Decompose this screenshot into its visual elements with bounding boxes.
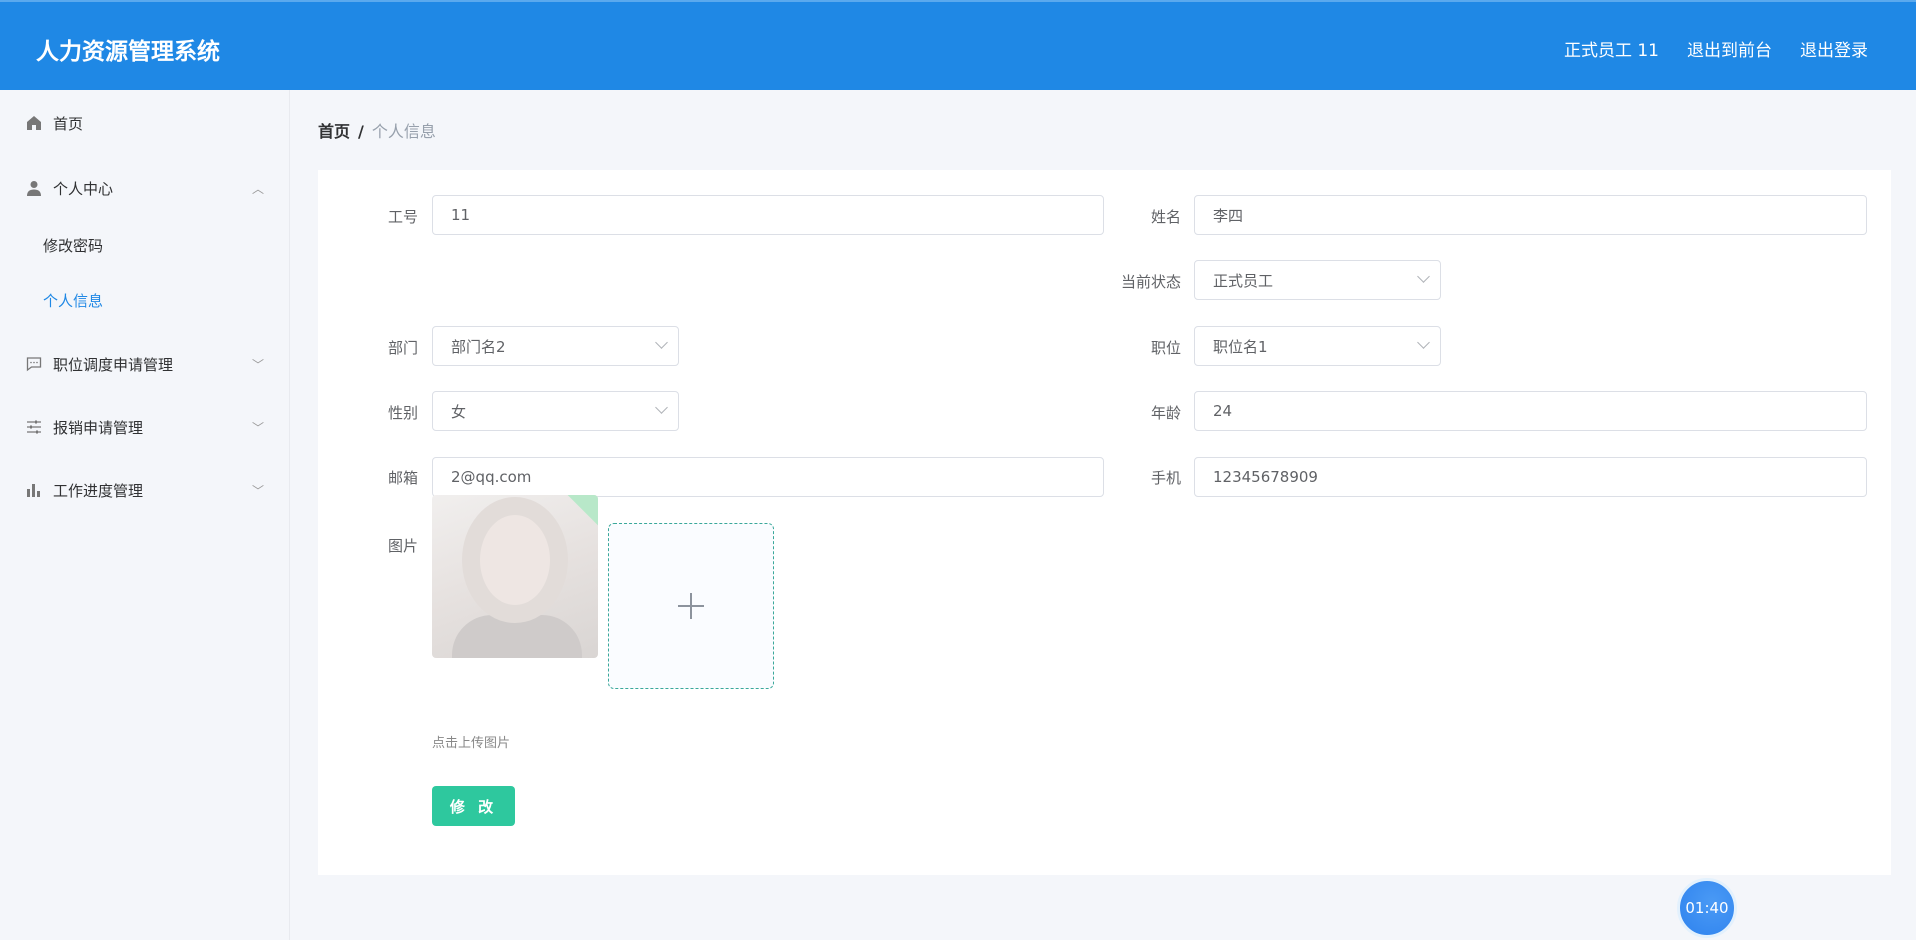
status-value: 正式员工 [1213, 271, 1274, 290]
position-select[interactable]: 职位名1 [1194, 326, 1441, 366]
sidebar-item-label: 首页 [53, 114, 84, 133]
sidebar: 首页 个人中心 ︿ 修改密码 个人信息 职位调度申请管理 ﹀ 报销申请管理 ﹀ … [0, 90, 290, 940]
home-icon [25, 114, 43, 132]
current-user[interactable]: 正式员工 11 [1564, 36, 1659, 61]
app-title: 人力资源管理系统 [36, 39, 220, 65]
chevron-down-icon: ﹀ [251, 483, 264, 498]
breadcrumb-home[interactable]: 首页 [318, 122, 350, 141]
uploaded-photo[interactable] [432, 495, 598, 658]
sidebar-item-home[interactable]: 首页 [0, 98, 290, 148]
upload-success-icon [566, 495, 598, 527]
photo-body-shape [452, 615, 582, 658]
status-label: 当前状态 [1120, 273, 1181, 291]
sidebar-item-label: 个人中心 [53, 179, 114, 198]
user-icon [25, 179, 43, 197]
chevron-down-icon [1417, 270, 1430, 283]
dept-select[interactable]: 部门名2 [432, 326, 679, 366]
dept-value: 部门名2 [451, 337, 506, 356]
chevron-down-icon: ﹀ [251, 420, 264, 435]
upload-button[interactable] [608, 523, 774, 689]
top-header: 人力资源管理系统 正式员工 11 退出到前台 退出登录 [0, 0, 1916, 90]
sidebar-item-label: 工作进度管理 [53, 481, 144, 500]
plus-icon [678, 593, 704, 619]
email-label: 邮箱 [387, 469, 418, 487]
dept-label: 部门 [387, 339, 418, 357]
chevron-down-icon: ﹀ [251, 357, 264, 372]
sidebar-item-label: 报销申请管理 [53, 418, 144, 437]
sidebar-item-personal-info[interactable]: 个人信息 [0, 275, 290, 325]
sidebar-item-reimbursement[interactable]: 报销申请管理 ﹀ [0, 402, 290, 452]
sliders-icon [25, 418, 43, 436]
sidebar-item-personal-center[interactable]: 个人中心 ︿ [0, 163, 290, 213]
emp-no-input[interactable]: 11 [432, 195, 1104, 235]
age-input[interactable]: 24 [1194, 391, 1867, 431]
phone-input[interactable]: 12345678909 [1194, 457, 1867, 497]
upload-hint: 点击上传图片 [432, 736, 511, 751]
countdown-timer: 01:40 [1677, 878, 1737, 938]
sidebar-item-label: 个人信息 [43, 291, 104, 310]
gender-label: 性别 [387, 404, 418, 422]
position-value: 职位名1 [1213, 337, 1268, 356]
email-input[interactable]: 2@qq.com [432, 457, 1104, 497]
breadcrumb: 首页 / 个人信息 [318, 118, 436, 142]
photo-face-shape [480, 515, 550, 605]
logout-link[interactable]: 退出登录 [1800, 36, 1868, 61]
submit-button[interactable]: 修 改 [432, 786, 515, 826]
emp-no-label: 工号 [387, 208, 418, 226]
breadcrumb-separator: / [358, 122, 364, 141]
name-input[interactable]: 李四 [1194, 195, 1867, 235]
breadcrumb-current: 个人信息 [371, 122, 436, 141]
sidebar-item-work-progress[interactable]: 工作进度管理 ﹀ [0, 465, 290, 515]
bar-chart-icon [25, 481, 43, 499]
age-label: 年龄 [1150, 404, 1181, 422]
gender-value: 女 [451, 402, 467, 421]
position-label: 职位 [1150, 339, 1181, 357]
back-to-front-link[interactable]: 退出到前台 [1687, 36, 1772, 61]
phone-label: 手机 [1150, 469, 1181, 487]
chat-icon [25, 355, 43, 373]
sidebar-item-label: 修改密码 [43, 236, 104, 255]
sidebar-item-change-password[interactable]: 修改密码 [0, 220, 290, 270]
chevron-down-icon [655, 401, 668, 414]
chevron-down-icon [655, 336, 668, 349]
sidebar-item-transfer-requests[interactable]: 职位调度申请管理 ﹀ [0, 339, 290, 389]
name-label: 姓名 [1150, 208, 1181, 226]
sidebar-item-label: 职位调度申请管理 [53, 355, 174, 374]
status-select[interactable]: 正式员工 [1194, 260, 1441, 300]
chevron-up-icon: ︿ [251, 181, 264, 196]
chevron-down-icon [1417, 336, 1430, 349]
gender-select[interactable]: 女 [432, 391, 679, 431]
picture-label: 图片 [387, 537, 418, 555]
